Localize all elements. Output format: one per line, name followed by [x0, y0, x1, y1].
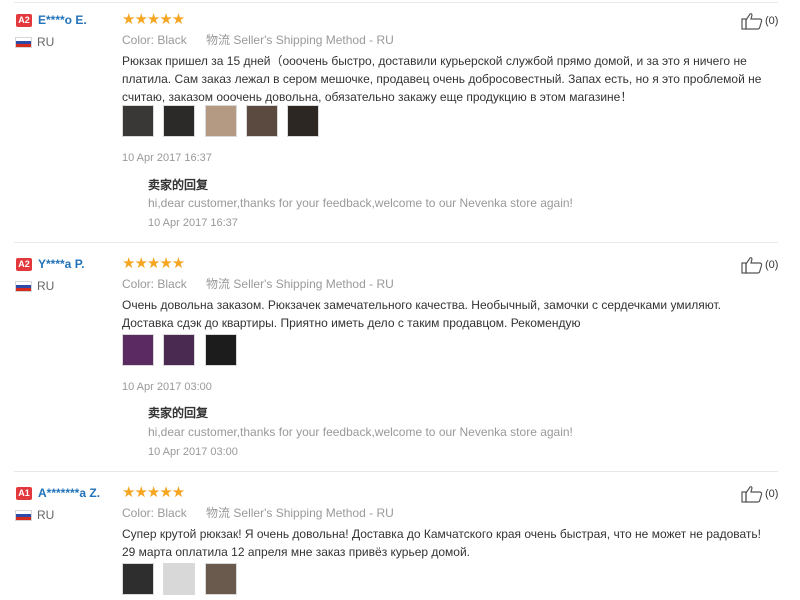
shipping-value: Seller's Shipping Method - RU — [233, 506, 394, 520]
review-photo[interactable] — [287, 105, 320, 137]
review-photo[interactable] — [163, 105, 196, 137]
color-label: Color: — [122, 33, 155, 47]
color-label: Color: — [122, 506, 155, 520]
shipping-label: 物流 — [206, 33, 231, 47]
shipping-value: Seller's Shipping Method - RU — [233, 33, 394, 47]
helpful-count: (0) — [765, 488, 779, 500]
color-value: Black — [157, 33, 187, 47]
review-photo[interactable] — [204, 563, 237, 595]
review-divider — [14, 2, 778, 3]
review-photos — [122, 105, 325, 139]
product-meta: Color: Black 物流 Seller's Shipping Method… — [122, 275, 394, 292]
rating-stars: ★★★★★ — [122, 255, 185, 272]
product-meta: Color: Black 物流 Seller's Shipping Method… — [122, 504, 394, 521]
russia-flag-icon — [15, 281, 32, 292]
review-photo[interactable] — [122, 105, 154, 137]
seller-reply-title: 卖家的回复 — [148, 178, 209, 192]
seller-reply-text: hi,dear customer,thanks for your feedbac… — [148, 196, 573, 210]
review-text: Очень довольна заказом. Рюкзачек замечат… — [122, 298, 722, 330]
reviewer-country: RU — [37, 508, 55, 522]
seller-reply-title: 卖家的回复 — [148, 406, 209, 420]
color-value: Black — [157, 277, 187, 291]
shipping-label: 物流 — [206, 506, 231, 520]
product-meta: Color: Black 物流 Seller's Shipping Method… — [122, 31, 394, 48]
thumbs-up-icon — [741, 13, 763, 30]
reviewer-country: RU — [37, 279, 55, 293]
level-badge: A1 — [16, 487, 32, 500]
review-photo[interactable] — [204, 334, 237, 366]
russia-flag-icon — [15, 37, 32, 48]
helpful-count: (0) — [765, 15, 779, 27]
rating-stars: ★★★★★ — [122, 484, 185, 501]
level-badge: A2 — [16, 14, 32, 27]
thumbs-up-icon — [741, 257, 763, 274]
seller-reply-text: hi,dear customer,thanks for your feedbac… — [148, 425, 573, 439]
review-photo[interactable] — [163, 563, 196, 595]
review-date: 10 Apr 2017 03:00 — [122, 381, 212, 393]
russia-flag-icon — [15, 510, 32, 521]
shipping-value: Seller's Shipping Method - RU — [233, 277, 394, 291]
review-photo[interactable] — [204, 105, 237, 137]
seller-reply-date: 10 Apr 2017 03:00 — [148, 446, 238, 458]
helpful-button[interactable]: (0) — [741, 256, 778, 274]
thumbs-up-icon — [741, 486, 763, 503]
review-photo[interactable] — [246, 105, 279, 137]
helpful-count: (0) — [765, 259, 779, 271]
reviewer-name[interactable]: E****o E. — [38, 13, 87, 27]
review-photo[interactable] — [122, 334, 154, 366]
review-photos — [122, 334, 243, 368]
reviewer-name[interactable]: Y****a P. — [38, 257, 84, 271]
review-photo[interactable] — [122, 563, 154, 595]
review-text: Рюкзак пришел за 15 дней（ооочень быстро,… — [122, 54, 762, 104]
reviewer-country: RU — [37, 35, 55, 49]
review-text: Супер крутой рюкзак! Я очень довольна! Д… — [122, 527, 762, 559]
review-divider — [14, 471, 778, 472]
reviewer-name[interactable]: A*******a Z. — [38, 486, 100, 500]
level-badge: A2 — [16, 258, 32, 271]
helpful-button[interactable]: (0) — [741, 12, 778, 30]
rating-stars: ★★★★★ — [122, 11, 185, 28]
review-photos — [122, 563, 243, 597]
color-label: Color: — [122, 277, 155, 291]
helpful-button[interactable]: (0) — [741, 485, 778, 503]
review-date: 10 Apr 2017 16:37 — [122, 152, 212, 164]
seller-reply-date: 10 Apr 2017 16:37 — [148, 217, 238, 229]
review-photo[interactable] — [163, 334, 196, 366]
shipping-label: 物流 — [206, 277, 231, 291]
color-value: Black — [157, 506, 187, 520]
review-divider — [14, 242, 778, 243]
